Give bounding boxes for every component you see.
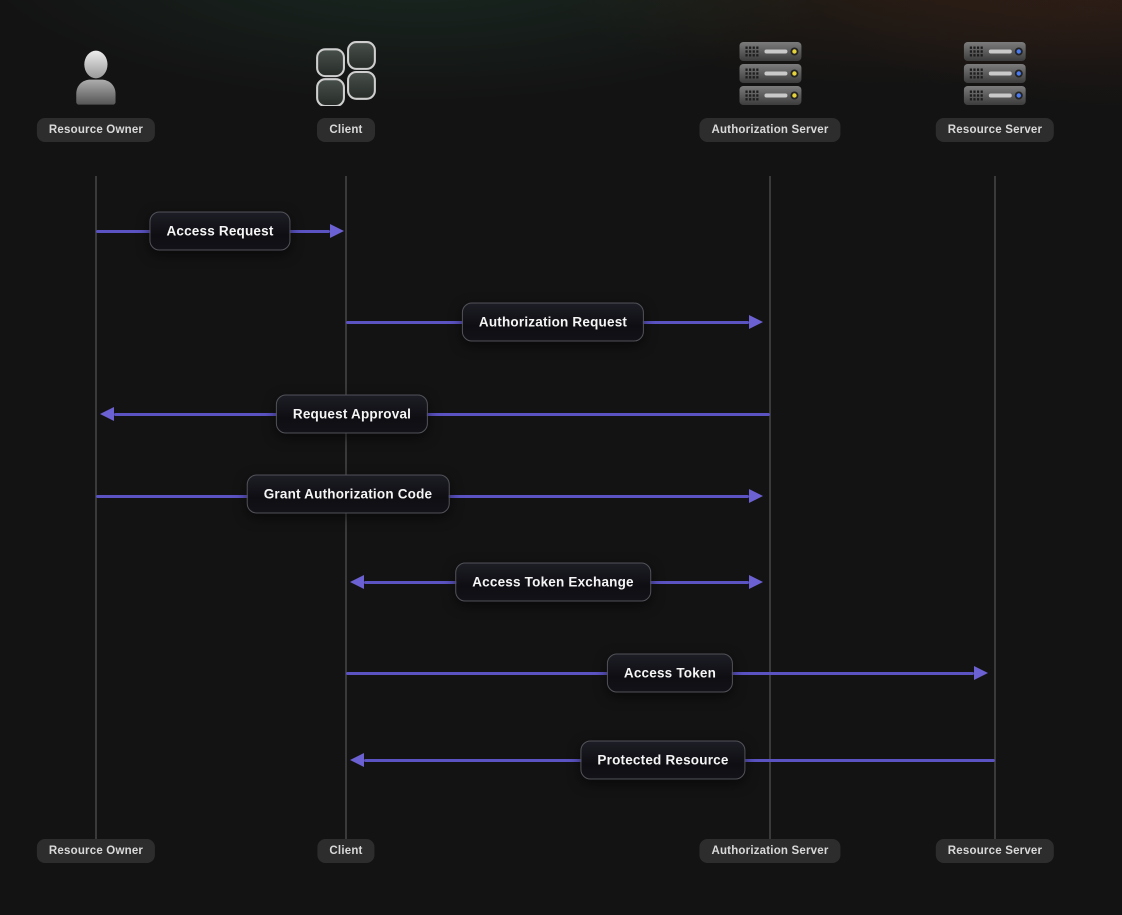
message-label: Access Token — [606, 653, 734, 693]
actor-badge-bottom: Client — [317, 839, 375, 863]
arrowhead-left-icon — [100, 407, 114, 421]
actor-badge: Client — [317, 118, 375, 142]
user-icon — [71, 36, 121, 106]
actor-badge: Authorization Server — [699, 118, 841, 142]
arrowhead-left-icon — [350, 753, 364, 767]
arrowhead-right-icon — [974, 666, 988, 680]
actor-badge: Resource Server — [935, 118, 1055, 142]
message-label: Access Request — [149, 211, 291, 251]
arrowhead-left-icon — [350, 575, 364, 589]
message-label: Authorization Request — [461, 302, 645, 342]
app-grid-icon — [315, 36, 377, 106]
actor-badge: Resource Owner — [36, 118, 156, 142]
actor-resource-server: Resource Server — [935, 36, 1055, 142]
arrowhead-right-icon — [749, 315, 763, 329]
arrowhead-right-icon — [330, 224, 344, 238]
actor-resource-owner: Resource Owner — [36, 36, 156, 142]
lifeline-resource-owner — [95, 176, 97, 839]
message-label: Access Token Exchange — [455, 562, 651, 602]
arrowhead-right-icon — [749, 489, 763, 503]
server-stack-icon — [963, 36, 1026, 106]
message-label: Grant Authorization Code — [246, 474, 450, 514]
arrowhead-right-icon — [749, 575, 763, 589]
actor-badge-bottom: Resource Owner — [36, 839, 156, 863]
actor-client: Client — [315, 36, 377, 142]
oauth-sequence-diagram: Resource Owner Client Authorization Serv… — [0, 0, 1122, 915]
message-label: Request Approval — [275, 394, 429, 434]
server-stack-icon — [738, 36, 801, 106]
lifeline-authorization-server — [769, 176, 771, 839]
message-line — [114, 412, 770, 416]
actor-badge-bottom: Authorization Server — [699, 839, 841, 863]
lifeline-resource-server — [994, 176, 996, 839]
actor-authorization-server: Authorization Server — [699, 36, 841, 142]
message-label: Protected Resource — [580, 740, 746, 780]
actor-badge-bottom: Resource Server — [935, 839, 1055, 863]
